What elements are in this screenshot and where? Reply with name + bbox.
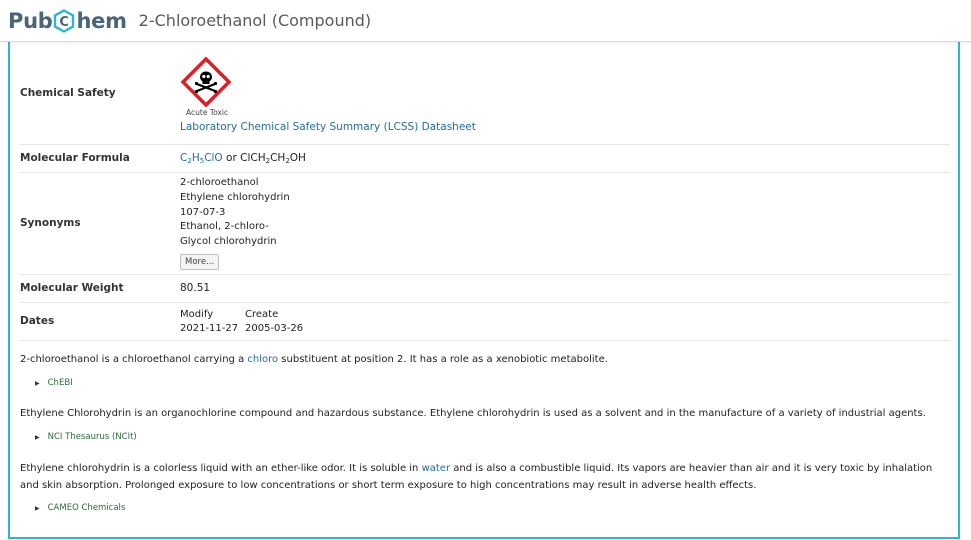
row-label: Chemical Safety [20,42,180,145]
synonym-item: Ethylene chlorohydrin [180,191,290,203]
row-label: Molecular Weight [20,274,180,303]
hexagon-c-icon: C [54,8,75,33]
synonym-item: Glycol chlorohydrin [180,236,277,248]
synonym-item: 107-07-3 [180,206,226,218]
table-row-molecular-formula: Molecular Formula C2H5ClO or ClCH2CH2OH [20,144,950,173]
create-date: 2005-03-26 [245,322,304,334]
compound-summary-panel: Chemical Safety Acute Toxic Laboratory C… [8,42,960,539]
row-value: Modify Create 2021-11-27 2005-03-26 [180,302,950,341]
page-title: 2-Chloroethanol (Compound) [138,11,372,30]
triangle-right-icon: ▶ [35,504,40,512]
triangle-right-icon: ▶ [35,379,40,387]
row-value: 2-chloroethanol Ethylene chlorohydrin 10… [180,172,950,275]
row-value: 80.51 [180,274,950,303]
lcss-datasheet-link[interactable]: Laboratory Chemical Safety Summary (LCSS… [180,121,476,133]
source-label[interactable]: ChEBI [48,378,73,388]
synonym-item: Ethanol, 2-chloro- [180,221,269,233]
table-row-dates: Dates Modify Create 2021-11-27 2005-03-2… [20,302,950,341]
source-label[interactable]: NCI Thesaurus (NCIt) [48,432,137,442]
more-synonyms-button[interactable]: More... [180,253,220,270]
table-row-chemical-safety: Chemical Safety Acute Toxic Laboratory C… [20,42,950,145]
logo-text-hem: hem [76,8,127,33]
skull-crossbones-icon[interactable] [180,56,232,108]
triangle-right-icon: ▶ [35,433,40,441]
description-ncit: Ethylene Chlorohydrin is an organochlori… [20,405,940,422]
row-label: Molecular Formula [20,144,180,173]
row-label: Synonyms [20,172,180,275]
description-chebi: 2-chloroethanol is a chloroethanol carry… [20,351,940,368]
table-row-molecular-weight: Molecular Weight 80.51 [20,274,950,303]
pictogram-caption: Acute Toxic [186,108,229,118]
create-label: Create [245,308,279,320]
formula-or: or [222,151,241,164]
modify-label: Modify [180,308,214,320]
dates-grid: Modify Create 2021-11-27 2005-03-26 [180,309,950,334]
synonym-item: 2-chloroethanol [180,177,259,188]
source-link-ncit[interactable]: ▶ NCI Thesaurus (NCIt) [35,432,137,442]
table-row-synonyms: Synonyms 2-chloroethanol Ethylene chloro… [20,172,950,275]
description-text: 2-chloroethanol is a chloroethanol carry… [20,354,248,365]
row-label: Dates [20,302,180,341]
modify-date: 2021-11-27 [180,322,239,334]
description-text: Ethylene chlorohydrin is a colorless liq… [20,463,422,474]
description-text: Ethylene Chlorohydrin is an organochlori… [20,408,926,419]
row-value: Acute Toxic Laboratory Chemical Safety S… [180,42,950,145]
properties-table: Chemical Safety Acute Toxic Laboratory C… [20,42,950,341]
water-link[interactable]: water [422,463,451,474]
alt-formula: ClCH2CH2OH [240,151,306,165]
source-link-cameo[interactable]: ▶ CAMEO Chemicals [35,503,125,513]
source-link-chebi[interactable]: ▶ ChEBI [35,378,73,388]
logo-text-c: C [60,15,69,30]
description-text: substituent at position 2. It has a role… [278,354,608,365]
formula-link[interactable]: C2H5ClO [180,152,223,165]
pubchem-logo[interactable]: Pub C hem [8,9,127,33]
ghs-pictogram[interactable]: Acute Toxic [180,52,950,117]
top-bar: Pub C hem 2-Chloroethanol (Compound) [0,0,971,42]
chloro-link[interactable]: chloro [247,354,278,365]
row-value: C2H5ClO or ClCH2CH2OH [180,144,950,173]
description-cameo: Ethylene chlorohydrin is a colorless liq… [20,460,940,494]
source-label[interactable]: CAMEO Chemicals [48,503,126,513]
logo-text-pub: Pub [8,8,53,33]
